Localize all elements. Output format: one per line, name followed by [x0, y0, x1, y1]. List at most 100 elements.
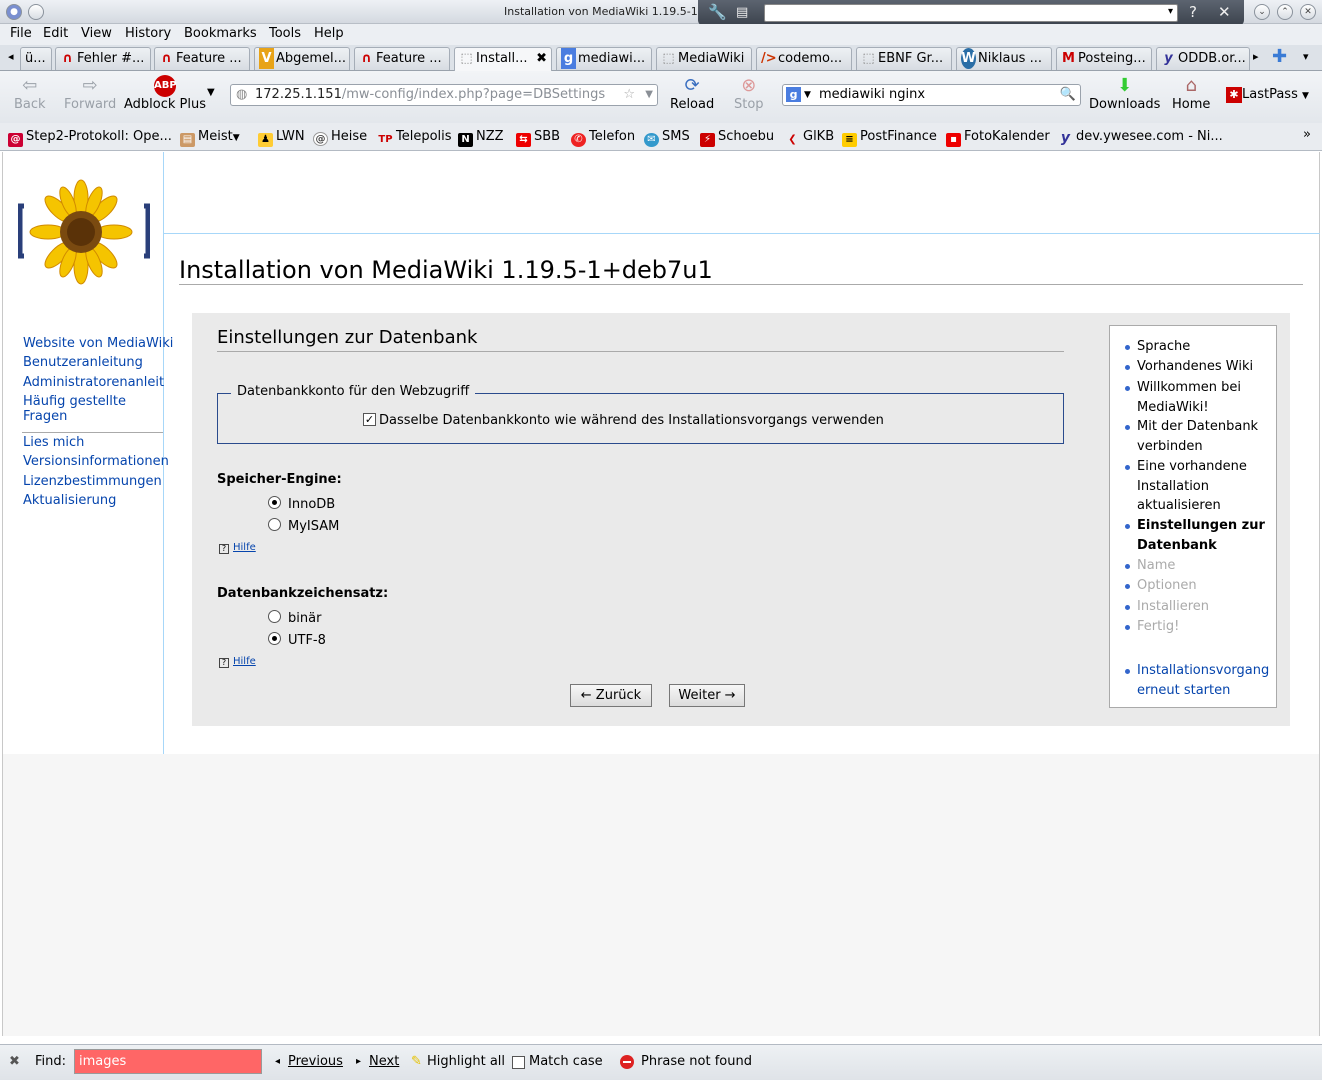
stop-button[interactable]: ⊗ Stop [734, 75, 764, 112]
bookmark-sms[interactable]: ✉ SMS [644, 129, 690, 147]
bookmark-nzz[interactable]: N NZZ [458, 129, 504, 147]
tab-10[interactable]: ⬚ EBNF Gr... [856, 47, 952, 70]
bookmark-fotokalender[interactable]: ▪ FotoKalender [946, 129, 1050, 147]
more-bookmarks-icon[interactable]: » [1303, 127, 1311, 142]
same-account-checkbox[interactable]: ✓ [363, 413, 376, 426]
adblock-dropdown-icon[interactable]: ▼ [207, 87, 215, 98]
chevron-down-icon[interactable]: ▾ [1168, 6, 1173, 17]
help-icon[interactable]: ? [1189, 3, 1197, 21]
engine-myisam-radio[interactable] [268, 518, 281, 531]
url-field[interactable]: ◍ 172.25.1.151/mw-config/index.php?page=… [230, 84, 658, 106]
bookmark-lwn[interactable]: ♟ LWN [258, 129, 305, 147]
bookmark-star-icon[interactable]: ☆ [621, 85, 635, 105]
code-icon: /> [761, 51, 777, 66]
bookmark-heise[interactable]: @ Heise [313, 129, 367, 146]
bookmark-glkb[interactable]: ❮ GlKB [785, 129, 834, 147]
search-engine-dropdown-icon[interactable]: ▼ [804, 85, 811, 105]
tab-label: EBNF Gr... [878, 51, 944, 66]
tab-4[interactable]: V Abgemel... [254, 47, 350, 70]
close-window-icon[interactable]: ✕ [1300, 4, 1316, 20]
nav-link-upgrade[interactable]: Aktualisierung [23, 493, 116, 508]
charset-binary-radio[interactable] [268, 610, 281, 623]
close-find-icon[interactable]: ✖ [9, 1054, 20, 1069]
menu-bookmarks[interactable]: Bookmarks [184, 26, 257, 41]
find-next-button[interactable]: Next [369, 1054, 399, 1069]
back-step-button[interactable]: ← Zurück [570, 684, 652, 707]
tab-label: Abgemel... [276, 51, 347, 66]
find-previous-button[interactable]: Previous [288, 1054, 343, 1069]
nav-link-website[interactable]: Website von MediaWiki [23, 336, 173, 351]
new-tab-icon[interactable]: ✚ [1272, 46, 1287, 67]
tab-12[interactable]: M Posteing... [1056, 47, 1152, 70]
menubar: File Edit View History Bookmarks Tools H… [0, 24, 1322, 45]
config-icon[interactable]: ▤ [736, 5, 748, 20]
nav-link-readme[interactable]: Lies mich [23, 435, 84, 450]
nav-link-user-guide[interactable]: Benutzeranleitung [23, 355, 143, 370]
redhat-icon: ∩ [361, 51, 372, 66]
tab-6-active[interactable]: ⬚ Install... ✖ [454, 47, 552, 71]
reload-button[interactable]: ⟳ Reload [670, 75, 714, 112]
tab-1[interactable]: ü... [20, 47, 52, 70]
nav-link-faq[interactable]: Häufig gestellte Fragen [23, 394, 138, 424]
downloads-button[interactable]: ⬇ Downloads [1089, 75, 1160, 112]
tab-2[interactable]: ∩ Fehler #... [55, 47, 151, 70]
step-fertig: Fertig! [1125, 617, 1273, 637]
restart-install-link[interactable]: Installationsvorgang erneut starten [1125, 661, 1273, 700]
charset-help-link[interactable]: ? Hilfe [219, 656, 256, 668]
forward-button[interactable]: ⇨ Forward [64, 75, 116, 112]
maximize-icon[interactable]: ⌃ [1277, 4, 1293, 20]
url-history-dropdown-icon[interactable]: ▼ [645, 85, 653, 105]
tab-8[interactable]: ⬚ MediaWiki [656, 47, 752, 70]
adblock-button[interactable]: ABP Adblock Plus [124, 75, 206, 112]
close-tab-icon[interactable]: ✖ [536, 48, 547, 69]
highlight-all-button[interactable]: Highlight all [427, 1054, 505, 1069]
tab-5[interactable]: ∩ Feature ... [354, 47, 450, 70]
tab-11[interactable]: W Niklaus ... [956, 47, 1052, 70]
bookmark-telefon[interactable]: ✆ Telefon [571, 129, 635, 147]
scroll-tabs-right-icon[interactable]: ▸ [1253, 50, 1259, 63]
bookmark-folder-meist[interactable]: ▤ Meist▼ [180, 129, 240, 147]
tab-9[interactable]: />codemo... [756, 47, 852, 70]
google-search-engine-icon[interactable]: g [786, 87, 801, 102]
search-input[interactable]: g ▼ mediawiki nginx 🔍 [782, 84, 1081, 106]
search-icon[interactable]: 🔍 [1060, 85, 1076, 105]
wrench-icon[interactable]: 🔧 [708, 3, 727, 21]
tab-13[interactable]: y ODDB.or... [1156, 47, 1250, 70]
engine-innodb-radio[interactable] [268, 496, 281, 509]
close-icon[interactable]: ✕ [1218, 3, 1231, 21]
minimize-icon[interactable]: ⌄ [1254, 4, 1270, 20]
app-menu-icon[interactable]: ● [6, 4, 22, 20]
lastpass-button[interactable]: ✱ LastPass ▼ [1226, 87, 1309, 103]
nav-link-release-notes[interactable]: Versionsinformationen [23, 454, 169, 469]
tab-3[interactable]: ∩ Feature ... [154, 47, 250, 70]
bookmark-dev-ywesee[interactable]: y dev.ywesee.com - Ni... [1058, 129, 1223, 145]
charset-utf8-radio[interactable] [268, 632, 281, 645]
bookmark-schoebu[interactable]: ⚡ Schoebu [700, 129, 774, 147]
window-title: Installation von MediaWiki 1.19.5-1 [504, 5, 698, 18]
bookmark-postfinance[interactable]: ≡ PostFinance [842, 129, 937, 147]
find-input[interactable]: images [74, 1049, 262, 1074]
scroll-tabs-left-icon[interactable]: ◂ [8, 50, 14, 63]
nav-link-license[interactable]: Lizenzbestimmungen [23, 474, 162, 489]
run-command-input[interactable]: ▾ [764, 4, 1178, 22]
next-step-button[interactable]: Weiter → [669, 684, 745, 707]
tab-list-icon[interactable]: ▾ [1303, 50, 1309, 63]
engine-help-link[interactable]: ? Hilfe [219, 542, 256, 554]
bookmark-step2[interactable]: @ Step2-Protokoll: Ope... [8, 129, 172, 147]
home-button[interactable]: ⌂ Home [1172, 75, 1210, 112]
match-case-checkbox[interactable] [512, 1056, 525, 1069]
nav-link-admin-guide[interactable]: Administratorenanleitung [23, 375, 164, 390]
menu-tools[interactable]: Tools [269, 26, 301, 41]
menu-file[interactable]: File [10, 26, 32, 41]
menu-view[interactable]: View [81, 26, 112, 41]
bookmark-telepolis[interactable]: TP Telepolis [378, 129, 451, 147]
tab-7[interactable]: g mediawi... [556, 47, 652, 70]
bookmark-sbb[interactable]: ⇆ SBB [516, 129, 560, 147]
pin-icon[interactable] [28, 4, 44, 20]
menu-edit[interactable]: Edit [43, 26, 68, 41]
menu-help[interactable]: Help [314, 26, 344, 41]
heise-icon: @ [313, 132, 328, 146]
menu-history[interactable]: History [125, 26, 171, 41]
krunner-panel: 🔧 ▤ ▾ ? ✕ [698, 0, 1244, 26]
back-button[interactable]: ⇦ Back [14, 75, 46, 112]
